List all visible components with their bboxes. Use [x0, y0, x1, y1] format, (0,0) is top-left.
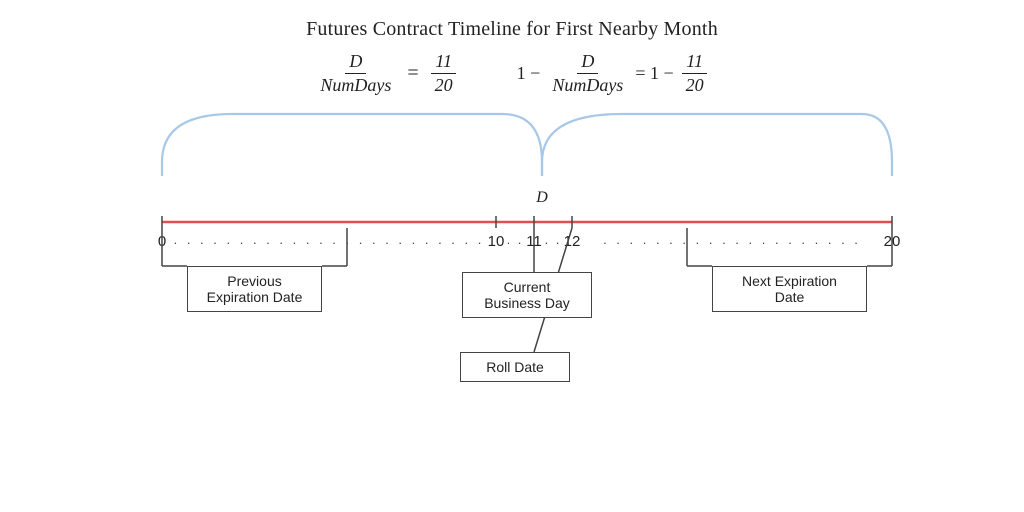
- formula-row: D NumDays = 11 20 1 − D NumDays = 1 − 11…: [316, 51, 707, 96]
- dots-10-to-11: . .: [507, 232, 524, 247]
- fraction-11-20-right: 11 20: [682, 51, 708, 96]
- label-10: 10: [488, 233, 505, 250]
- fraction-11-20-left: 11 20: [431, 51, 457, 96]
- dots-11-to-12: . .: [545, 232, 562, 247]
- formula-right-prefix: 1 −: [517, 63, 541, 84]
- fraction-numerator-d-right: D: [577, 51, 598, 74]
- fraction-numerator-11-left: 11: [431, 51, 456, 74]
- left-brace-arc: [162, 114, 542, 162]
- prev-expiration-box: PreviousExpiration Date: [187, 266, 322, 312]
- next-expiration-box: Next ExpirationDate: [712, 266, 867, 312]
- roll-date-box: Roll Date: [460, 352, 570, 382]
- fraction-denominator-20-right: 20: [682, 74, 708, 96]
- fraction-numerator-d-left: D: [345, 51, 366, 74]
- current-business-day-box: CurrentBusiness Day: [462, 272, 592, 318]
- formula-right: 1 − D NumDays = 1 − 11 20: [517, 51, 708, 96]
- fraction-denominator-20-left: 20: [431, 74, 457, 96]
- equals-sign-left: =: [407, 62, 418, 85]
- formula-right-eq: = 1 −: [635, 63, 673, 84]
- fraction-d-numdays-right: D NumDays: [548, 51, 627, 96]
- fraction-d-numdays-left: D NumDays: [316, 51, 395, 96]
- main-container: Futures Contract Timeline for First Near…: [0, 0, 1024, 512]
- d-label: D: [535, 189, 548, 206]
- fraction-numerator-11-right: 11: [682, 51, 707, 74]
- dots-0-to-10: . . . . . . . . . . . . . . . . . . . . …: [174, 232, 485, 247]
- fraction-denominator-numdays-left: NumDays: [316, 74, 395, 96]
- dots-12-to-20: . . . . . . . . . . . . . . . . . . . .: [603, 232, 861, 247]
- formula-left: D NumDays = 11 20: [316, 51, 456, 96]
- right-brace-arc: [542, 114, 892, 162]
- fraction-denominator-numdays-right: NumDays: [548, 74, 627, 96]
- diagram-area: D 0 . . . . . . . . . . . . . . . . . . …: [102, 104, 922, 424]
- page-title: Futures Contract Timeline for First Near…: [306, 18, 718, 41]
